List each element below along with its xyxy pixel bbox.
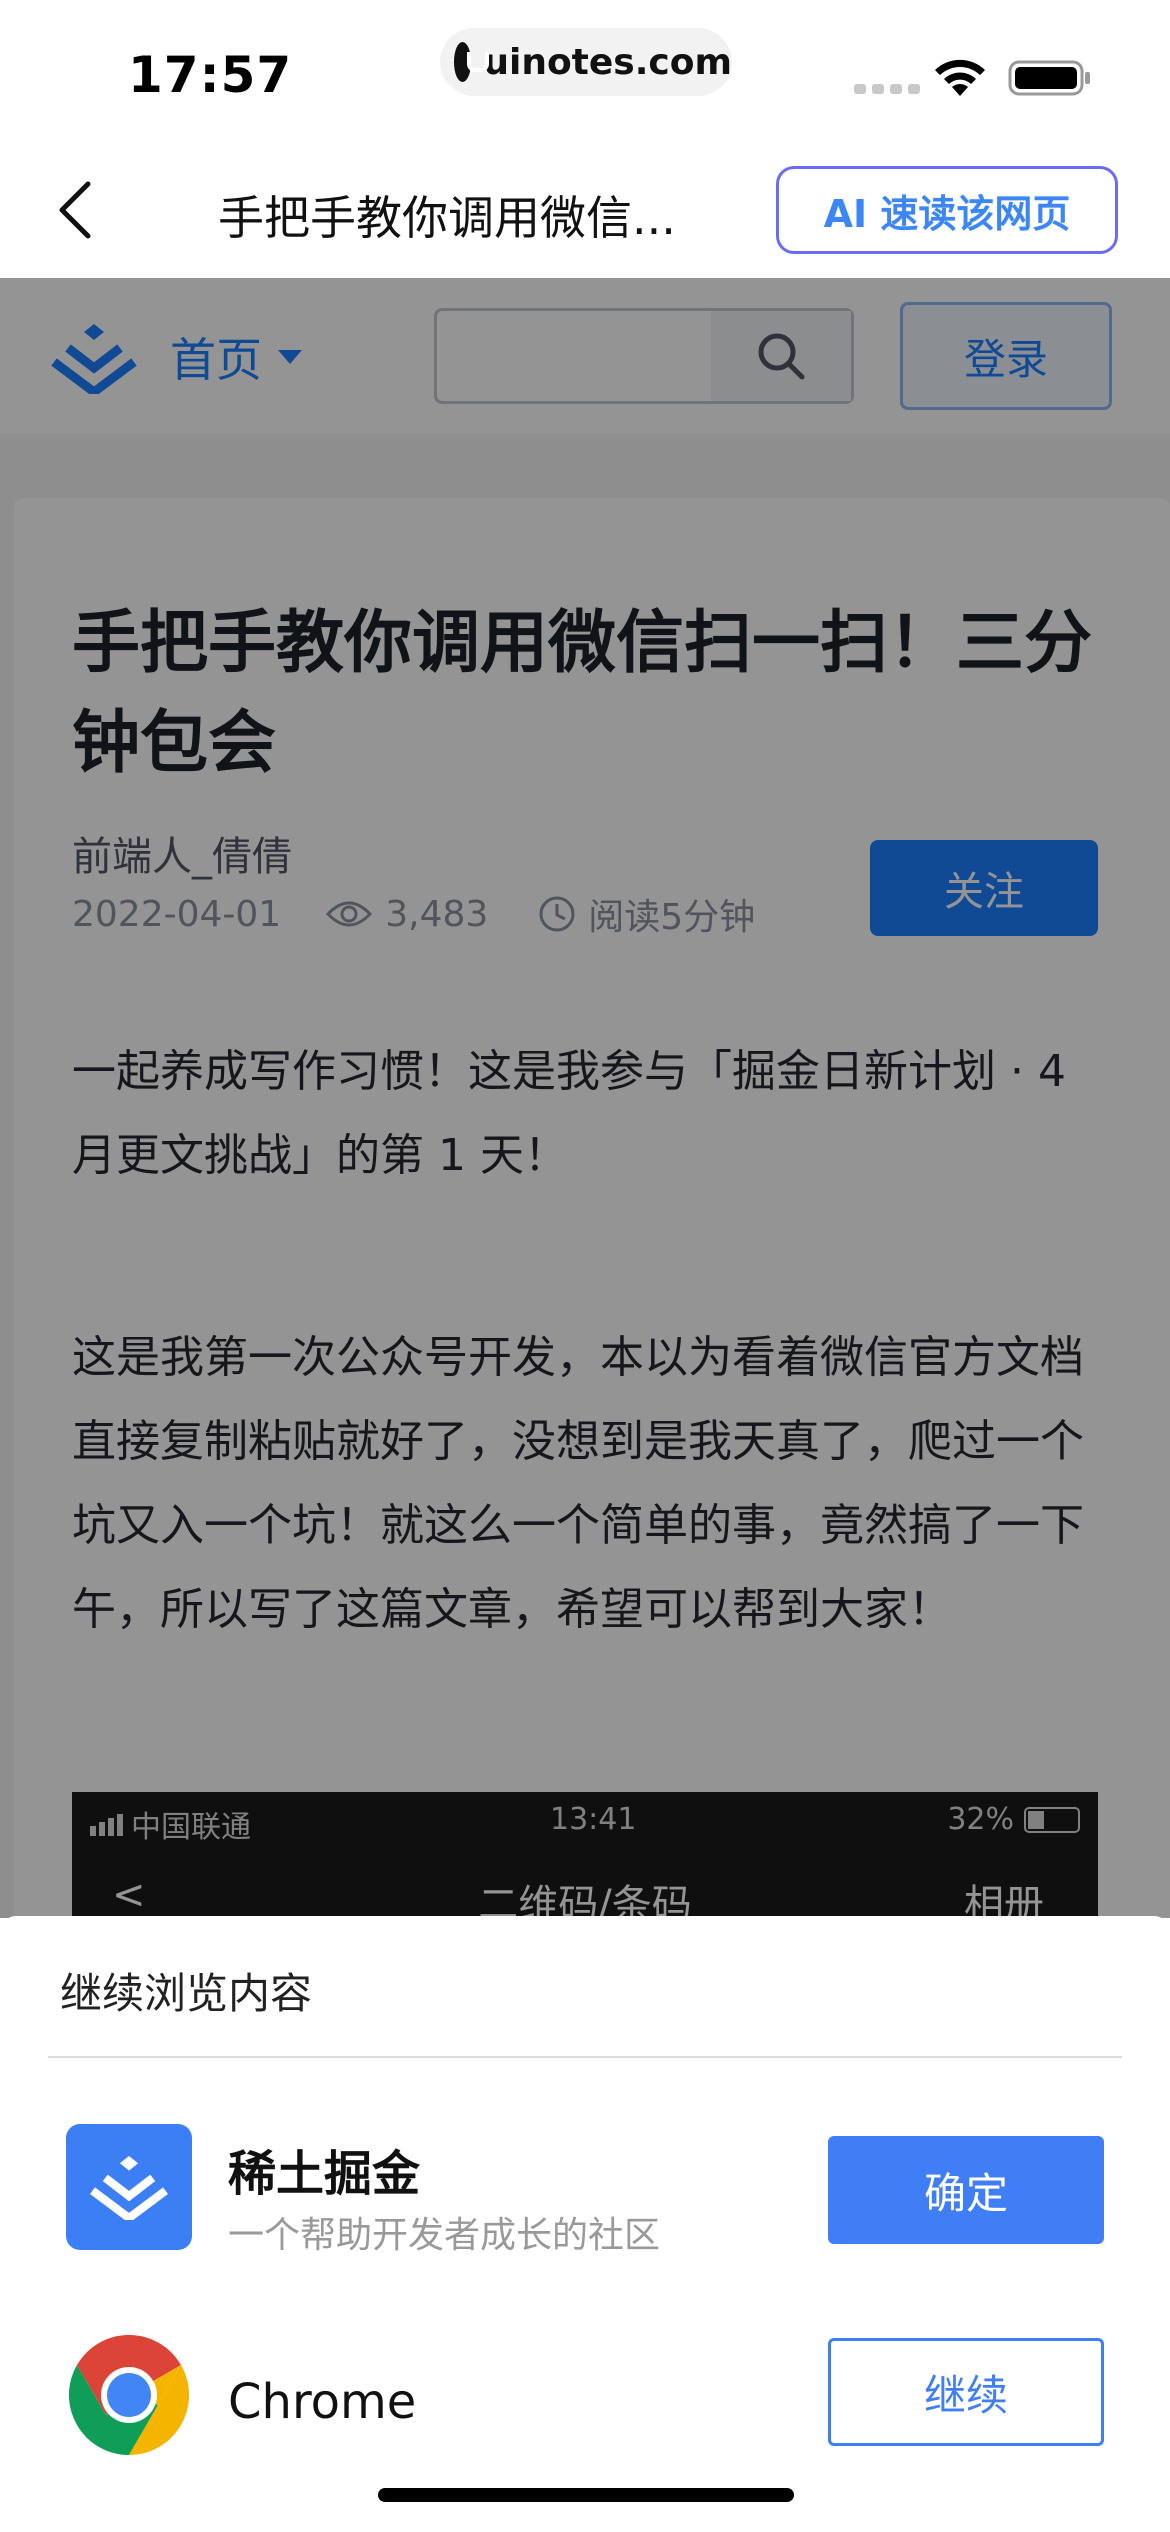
sheet-title: 继续浏览内容: [60, 1969, 313, 2018]
chrome-icon: [68, 2335, 190, 2455]
battery-icon: [1008, 60, 1090, 96]
sheet-divider: [48, 2056, 1122, 2058]
url-pill[interactable]: uinotes.com: [440, 28, 732, 96]
ai-read-button[interactable]: AI 速读该网页: [776, 166, 1118, 254]
url-text: uinotes.com: [483, 41, 732, 83]
app-option-chrome: Chrome 继续: [0, 2335, 1170, 2468]
browser-nav-bar: 手把手教你调用微信... AI 速读该网页: [0, 140, 1170, 278]
app-description: 一个帮助开发者成长的社区: [228, 2215, 661, 2256]
site-favicon-icon: [454, 42, 490, 82]
app-name: Chrome: [228, 2374, 417, 2430]
app-name: 稀土掘金: [228, 2146, 421, 2202]
cellular-signal-icon: [854, 84, 920, 94]
status-time: 17:57: [128, 46, 293, 104]
confirm-button[interactable]: 确定: [828, 2136, 1104, 2244]
juejin-app-icon: [66, 2124, 192, 2250]
page-title: 手把手教你调用微信...: [218, 191, 676, 245]
home-indicator[interactable]: [378, 2488, 794, 2502]
open-in-app-sheet: 继续浏览内容 稀土掘金 一个帮助开发者成长的社区 确定 Chrome 继续: [0, 1916, 1170, 2532]
back-arrow-icon[interactable]: [52, 178, 98, 242]
modal-backdrop[interactable]: [0, 278, 1170, 1918]
app-option-juejin: 稀土掘金 一个帮助开发者成长的社区 确定: [0, 2124, 1170, 2256]
status-bar: 17:57 uinotes.com: [0, 0, 1170, 140]
continue-button[interactable]: 继续: [828, 2338, 1104, 2446]
wifi-icon: [935, 59, 985, 96]
